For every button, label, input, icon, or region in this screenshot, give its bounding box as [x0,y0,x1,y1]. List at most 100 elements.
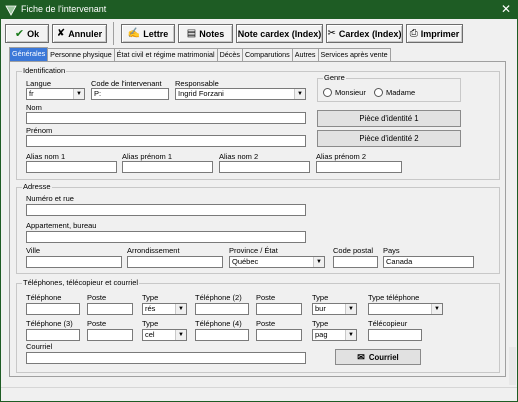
telecopieur-label: Télécopieur [368,319,408,328]
close-icon[interactable]: ✕ [501,2,511,16]
alias-prenom-2-label: Alias prénom 2 [316,152,367,161]
poste-2-field[interactable] [256,303,302,315]
type-3-select[interactable]: cel ▼ [142,329,187,341]
responsable-select[interactable]: Ingrid Forzani ▼ [175,88,306,100]
pays-label: Pays [383,246,400,255]
notes-button[interactable]: ▤ Notes [178,24,233,43]
cancel-label: Annuler [68,28,103,39]
langue-select[interactable]: fr ▼ [26,88,85,100]
alias-prenom-1-field[interactable] [122,161,213,173]
type-1-value: rés [145,304,156,313]
ville-label: Ville [26,246,41,255]
alias-nom-2-label: Alias nom 2 [219,152,259,161]
code-field[interactable]: P: [91,88,169,100]
genre-group-label: Genre [323,73,346,82]
telephone-2-label: Téléphone (2) [195,293,242,302]
poste-1-field[interactable] [87,303,133,315]
ville-field[interactable] [26,256,122,268]
identification-group: Identification Langue fr ▼ Code de l'int… [16,66,500,180]
pays-field[interactable]: Canada [383,256,474,268]
type-3-label: Type [142,319,159,328]
cancel-button[interactable]: ✘ Annuler [52,24,107,43]
genre-madame-radio[interactable] [374,88,383,97]
telephone-2-field[interactable] [195,303,249,315]
tab-deces[interactable]: Décès [216,48,243,61]
cardex-note-button[interactable]: Note cardex (Index) [236,24,323,43]
piece-identite-2-button[interactable]: Pièce d'identité 2 [317,130,461,147]
code-label: Code de l'intervenant [91,79,162,88]
adresse-group: Adresse Numéro et rue Appartement, burea… [16,182,500,274]
tab-autres[interactable]: Autres [291,48,319,61]
notes-icon: ▤ [186,28,197,39]
title-bar: Fiche de l'intervenant ✕ [1,1,517,19]
letter-button[interactable]: ✍ Lettre [121,24,175,43]
tab-page-generales: Identification Langue fr ▼ Code de l'int… [9,61,506,377]
nom-field[interactable] [26,112,306,124]
type-2-select[interactable]: bur ▼ [312,303,357,315]
tab-services-apres-vente[interactable]: Services après vente [317,48,391,61]
alias-nom-1-label: Alias nom 1 [26,152,66,161]
chevron-down-icon: ▼ [73,89,84,99]
cardex-note-label: Note cardex (Index) [237,28,322,39]
adresse-group-label: Adresse [22,182,52,191]
responsable-value: Ingrid Forzani [178,89,224,98]
piece-identite-1-button[interactable]: Pièce d'identité 1 [317,110,461,127]
poste-3-field[interactable] [87,329,133,341]
poste-4-label: Poste [256,319,276,328]
telephone-3-field[interactable] [26,329,80,341]
tab-etat-civil[interactable]: État civil et régime matrimonial [113,48,218,61]
alias-prenom-2-field[interactable] [316,161,402,173]
province-value: Québec [232,257,259,266]
poste-3-label: Poste [87,319,107,328]
tab-comparutions[interactable]: Comparutions [241,48,293,61]
appartement-field[interactable] [26,231,306,243]
genre-monsieur-radio[interactable] [323,88,332,97]
courriel-field[interactable] [26,352,306,364]
telecopieur-field[interactable] [368,329,422,341]
tab-personne-physique[interactable]: Personne physique [47,48,115,61]
langue-label: Langue [26,79,52,88]
telephone-3-label: Téléphone (3) [26,319,73,328]
numero-rue-label: Numéro et rue [26,194,74,203]
chevron-down-icon: ▼ [175,330,186,340]
window-bottom-bar [1,387,517,401]
email-icon: ✉ [357,351,365,362]
code-postal-field[interactable] [333,256,378,268]
telephone-1-field[interactable] [26,303,80,315]
ok-label: Ok [27,28,40,39]
poste-4-field[interactable] [256,329,302,341]
arrondissement-field[interactable] [127,256,223,268]
intervenant-window: Fiche de l'intervenant ✕ ✔ Ok ✘ Annuler … [0,0,518,402]
numero-rue-field[interactable] [26,204,306,216]
cross-icon: ✘ [56,28,66,39]
chevron-down-icon: ▼ [431,304,442,314]
vertical-scrollbar[interactable] [509,347,516,385]
province-select[interactable]: Québec ▼ [229,256,325,268]
telephones-group-label: Téléphones, télécopieur et courriel [22,278,140,287]
alias-prenom-1-label: Alias prénom 1 [122,152,173,161]
type-4-select[interactable]: pag ▼ [312,329,357,341]
prenom-label: Prénom [26,126,53,135]
type-telephone-select[interactable]: ▼ [368,303,443,315]
type-1-select[interactable]: rés ▼ [142,303,187,315]
chevron-down-icon: ▼ [294,89,305,99]
type-2-value: bur [315,304,326,313]
chevron-down-icon: ▼ [345,330,356,340]
tab-generales[interactable]: Générales [9,47,49,61]
nom-label: Nom [26,103,42,112]
code-postal-label: Code postal [333,246,374,255]
print-label: Imprimer [420,28,460,39]
courriel-button[interactable]: ✉ Courriel [335,349,421,365]
notes-label: Notes [199,28,225,39]
cardex-label: Cardex (Index) [338,28,402,39]
chevron-down-icon: ▼ [345,304,356,314]
prenom-field[interactable] [26,135,306,147]
cardex-button[interactable]: ✂ Cardex (Index) [326,24,403,43]
alias-nom-2-field[interactable] [219,161,310,173]
telephone-4-field[interactable] [195,329,249,341]
tab-strip: Générales Personne physique État civil e… [9,47,391,61]
courriel-button-label: Courriel [368,352,399,362]
ok-button[interactable]: ✔ Ok [5,24,49,43]
alias-nom-1-field[interactable] [26,161,117,173]
print-button[interactable]: ⎙ Imprimer [406,24,463,43]
